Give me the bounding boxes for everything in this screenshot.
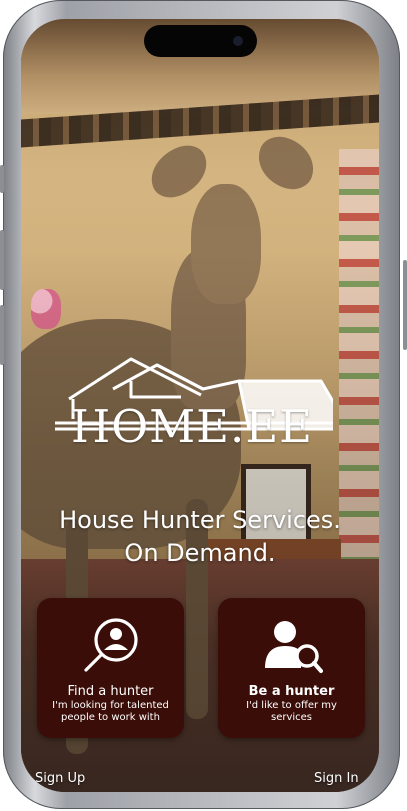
tagline-line1: House Hunter Services. (59, 506, 341, 534)
app-screen: HOME.EE House Hunter Services. On Demand… (21, 19, 379, 792)
find-hunter-description: I'm looking for talented people to work … (52, 700, 169, 723)
be-hunter-title: Be a hunter (248, 684, 335, 699)
sign-up-link[interactable]: Sign Up (35, 771, 85, 786)
phone-volume-down-button (0, 305, 4, 365)
tagline-line2: On Demand. (124, 539, 276, 567)
be-hunter-description: I'd like to offer my services (246, 700, 337, 723)
find-hunter-title: Find a hunter (67, 684, 154, 699)
sign-in-link[interactable]: Sign In (314, 771, 359, 786)
phone-action-button (0, 165, 4, 193)
find-hunter-card[interactable]: Find a hunter I'm looking for talented p… (37, 598, 184, 738)
dynamic-island (144, 25, 257, 57)
front-camera (233, 36, 243, 46)
be-hunter-card[interactable]: Be a hunter I'd like to offer my service… (218, 598, 365, 738)
phone-power-button (403, 260, 407, 350)
tagline: House Hunter Services. On Demand. (21, 504, 379, 570)
brand-name: HOME.EE (70, 400, 314, 453)
user-magnifier-icon (265, 621, 323, 673)
phone-volume-up-button (0, 230, 4, 290)
person-search-icon (84, 618, 138, 672)
